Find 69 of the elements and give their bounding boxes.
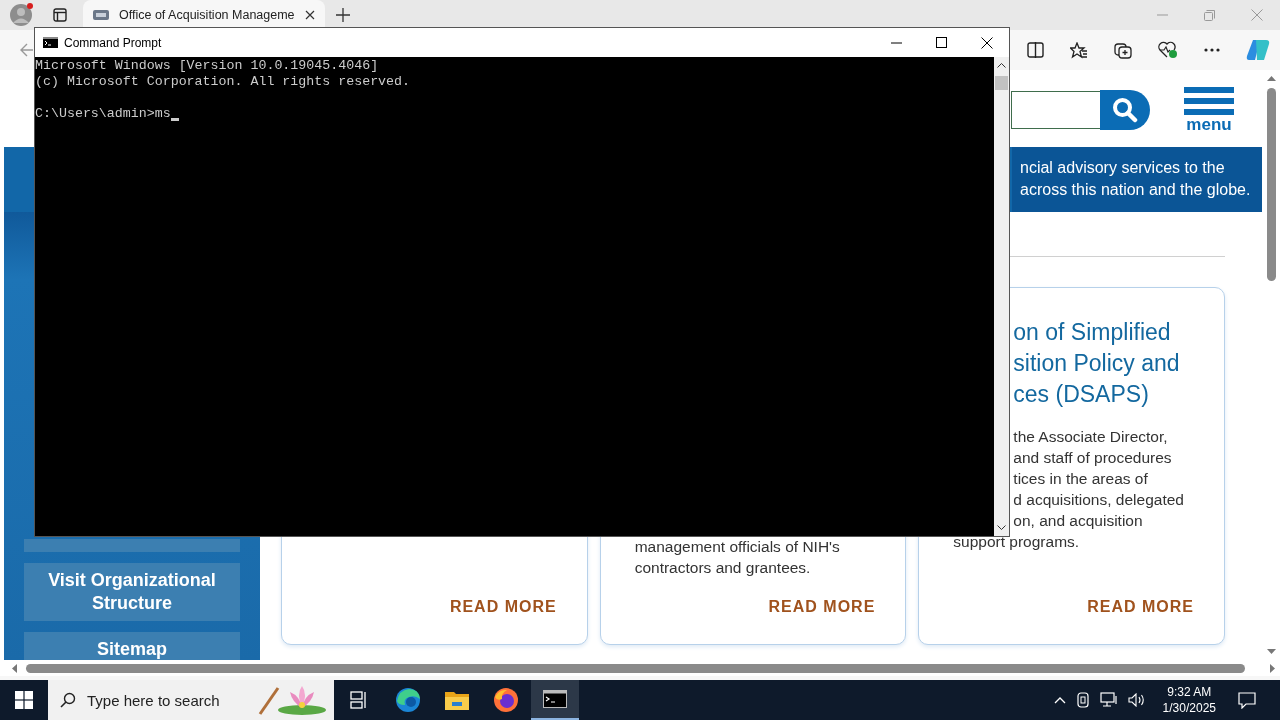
search-icon xyxy=(60,692,76,708)
profile-icon[interactable] xyxy=(10,3,34,27)
firefox-icon xyxy=(493,687,519,713)
console-text: (c) Microsoft Corporation. All rights reserved. xyxy=(35,74,412,90)
scroll-down-icon[interactable] xyxy=(997,525,1006,530)
read-more-link[interactable]: READ MORE xyxy=(449,578,557,616)
device-icon[interactable] xyxy=(1075,692,1090,708)
favicon-icon xyxy=(93,10,109,20)
card-text: on, and acquisition xyxy=(1013,511,1143,531)
more-icon[interactable] xyxy=(1204,48,1220,52)
favorites-icon[interactable] xyxy=(1070,41,1088,59)
scrollbar-thumb[interactable] xyxy=(1266,88,1276,281)
heart-icon[interactable] xyxy=(1158,41,1178,59)
split-screen-icon[interactable] xyxy=(1027,42,1044,58)
terminal-icon xyxy=(543,690,567,708)
sidebar-button[interactable]: Visit Organizational Structure xyxy=(24,563,240,621)
chevron-up-icon[interactable] xyxy=(1053,696,1066,704)
text-cursor xyxy=(170,118,179,121)
browser-tab[interactable]: Office of Acquisition Manageme xyxy=(83,0,325,30)
card-text: tices in the areas of xyxy=(1013,469,1148,489)
console-prompt[interactable]: C:\Users\admin>ms xyxy=(35,106,171,122)
tab-title: Office of Acquisition Manageme xyxy=(119,8,295,22)
copilot-icon[interactable] xyxy=(1246,39,1270,61)
menu-label[interactable]: menu xyxy=(1186,116,1232,133)
scroll-up-icon[interactable] xyxy=(997,63,1006,68)
notification-icon[interactable] xyxy=(1238,691,1256,709)
card-title[interactable]: ces (DSAPS) xyxy=(1013,379,1149,410)
clock-time[interactable]: 9:32 AM xyxy=(1167,684,1212,700)
search-button[interactable] xyxy=(1100,89,1150,130)
menu-icon[interactable] xyxy=(1184,86,1234,116)
volume-icon[interactable] xyxy=(1127,693,1146,707)
card-text: d acquisitions, delegated xyxy=(1013,490,1184,510)
scrollbar-thumb[interactable] xyxy=(26,663,1245,673)
collections-icon[interactable] xyxy=(1114,41,1132,59)
terminal-icon xyxy=(43,37,58,48)
close-icon[interactable] xyxy=(304,10,315,20)
banner-text: across this nation and the globe. xyxy=(1020,180,1252,200)
network-icon[interactable] xyxy=(1099,692,1118,708)
back-icon[interactable] xyxy=(20,43,34,57)
start-icon[interactable] xyxy=(15,691,33,709)
console-text: Microsoft Windows [Version 10.0.19045.4046] xyxy=(35,58,380,74)
folder-icon xyxy=(445,690,469,710)
tab-actions-icon[interactable] xyxy=(53,8,67,22)
card-title[interactable]: on of Simplified xyxy=(1013,317,1171,348)
sidebar-button[interactable]: Sitemap xyxy=(24,632,240,660)
flower-icon xyxy=(256,684,328,716)
taskbar-search-field[interactable]: Type here to search xyxy=(48,680,334,720)
scroll-left-icon[interactable] xyxy=(12,663,17,673)
banner-text: ncial advisory services to the xyxy=(1020,158,1226,178)
card-text: support programs. xyxy=(953,532,1080,552)
clock-date[interactable]: 1/30/2025 xyxy=(1162,700,1216,716)
search-icon xyxy=(1112,96,1138,123)
maximize-icon[interactable] xyxy=(936,37,947,48)
window-title: Command Prompt xyxy=(64,35,162,50)
card-text: and staff of procedures xyxy=(1013,448,1172,468)
task-view-icon xyxy=(350,691,368,709)
scroll-right-icon[interactable] xyxy=(1270,663,1275,673)
card-title[interactable]: sition Policy and xyxy=(1013,348,1180,379)
new-tab-icon[interactable] xyxy=(335,8,350,22)
read-more-link[interactable]: READ MORE xyxy=(768,578,876,616)
read-more-link[interactable]: READ MORE xyxy=(1087,578,1194,616)
edge-icon xyxy=(395,687,421,713)
minimize-icon[interactable] xyxy=(891,41,902,44)
taskbar-app[interactable] xyxy=(531,680,579,720)
scrollbar-thumb[interactable] xyxy=(995,76,1008,90)
card-text: contractors and grantees. xyxy=(634,558,811,578)
card-text: the Associate Director, xyxy=(1013,427,1168,447)
card-text: management officials of NIH's xyxy=(634,537,840,557)
close-icon[interactable] xyxy=(981,36,993,49)
